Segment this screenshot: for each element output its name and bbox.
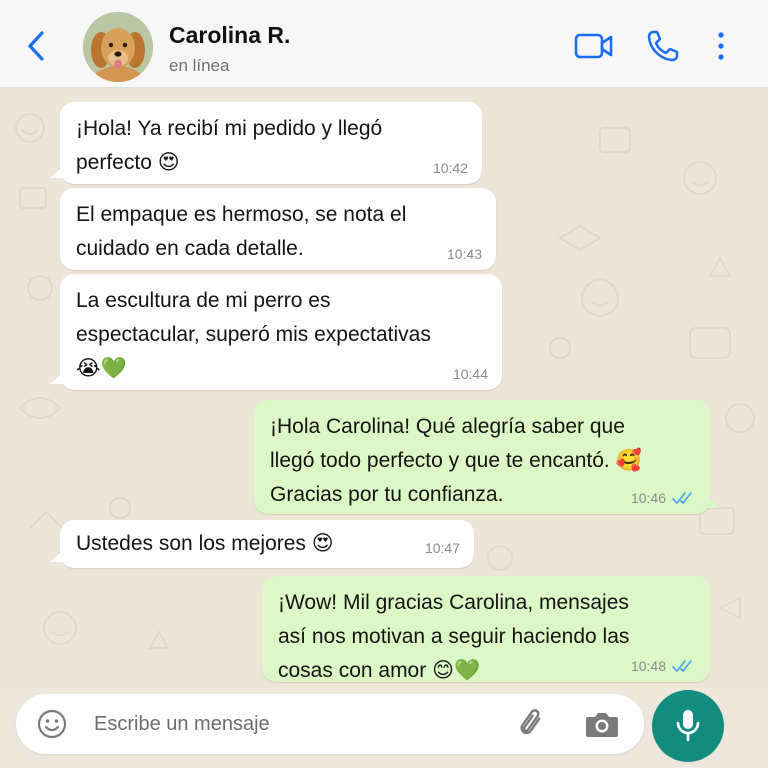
read-ticks-icon	[672, 660, 692, 672]
message-time: 10:48	[630, 658, 666, 674]
bubble-tail	[50, 162, 68, 178]
message-text: La escultura de mi perro es espectacular…	[76, 289, 431, 380]
message-text: El empaque es hermoso, se nota el cuidad…	[76, 203, 407, 260]
camera-icon[interactable]	[584, 708, 620, 740]
emoji-icon[interactable]	[36, 708, 68, 740]
mic-button[interactable]	[652, 690, 724, 762]
message-time: 10:47	[424, 540, 460, 556]
message-bubble-outgoing[interactable]: ¡Hola Carolina! Qué alegría saber que ll…	[254, 400, 720, 514]
chat-area[interactable]: ¡Hola! Ya recibí mi pedido y llegó perfe…	[0, 88, 768, 688]
video-call-icon[interactable]	[574, 32, 614, 60]
more-vertical-icon[interactable]	[713, 30, 729, 62]
contact-name[interactable]: Carolina R.	[169, 22, 290, 49]
message-bubble-incoming[interactable]: La escultura de mi perro es espectacular…	[50, 274, 502, 390]
attach-icon[interactable]	[514, 706, 550, 742]
bubble-tail	[702, 492, 720, 508]
contact-status: en línea	[169, 56, 230, 75]
chat-header: Carolina R. en línea	[0, 0, 768, 88]
message-text: ¡Hola! Ya recibí mi pedido y llegó perfe…	[76, 117, 383, 174]
composer-bar	[0, 688, 768, 768]
message-input[interactable]	[94, 704, 494, 744]
message-text: Ustedes son los mejores 😍	[76, 532, 334, 555]
message-bubble-outgoing[interactable]: ¡Wow! Mil gracias Carolina, mensajes así…	[262, 576, 710, 682]
avatar[interactable]	[83, 12, 153, 82]
message-time: 10:43	[446, 246, 482, 262]
message-bubble-incoming[interactable]: El empaque es hermoso, se nota el cuidad…	[60, 188, 496, 270]
bubble-tail	[50, 368, 68, 384]
message-time: 10:46	[630, 490, 666, 506]
message-input-container[interactable]	[16, 694, 644, 754]
back-arrow-icon[interactable]	[22, 28, 52, 64]
message-bubble-incoming[interactable]: ¡Hola! Ya recibí mi pedido y llegó perfe…	[50, 102, 482, 184]
phone-call-icon[interactable]	[646, 29, 680, 63]
read-ticks-icon	[672, 492, 692, 504]
message-time: 10:42	[432, 160, 468, 176]
message-bubble-incoming[interactable]: Ustedes son los mejores 😍 10:47	[50, 520, 474, 568]
message-time: 10:44	[452, 366, 488, 382]
bubble-tail	[50, 546, 68, 562]
mic-icon	[676, 710, 700, 742]
